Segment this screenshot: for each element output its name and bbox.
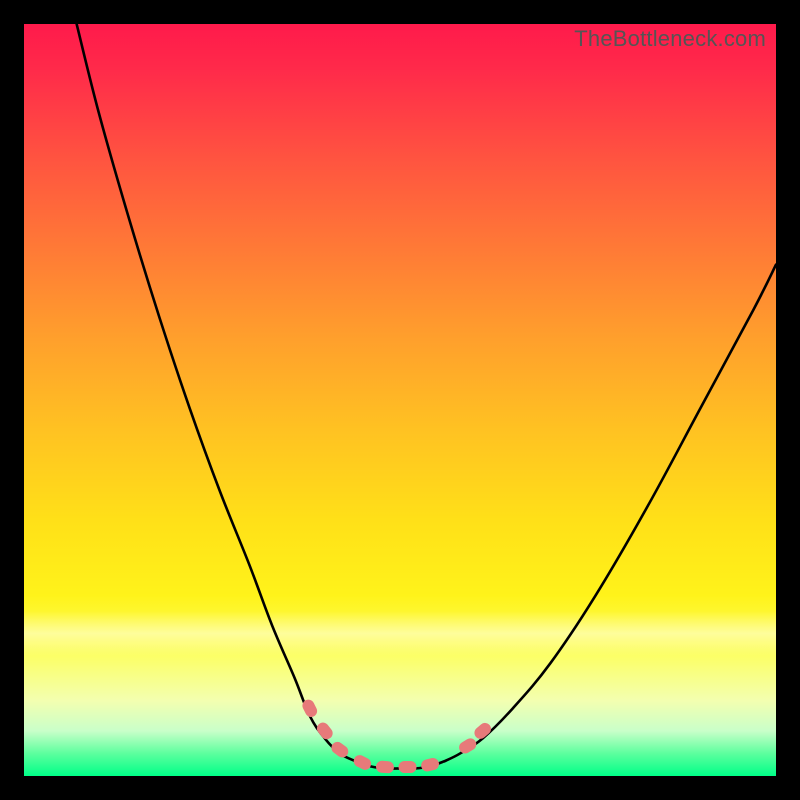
curve-marker	[314, 720, 335, 742]
curve-markers	[300, 698, 493, 774]
curve-marker	[420, 757, 440, 773]
curve-marker	[399, 761, 417, 773]
chart-frame: TheBottleneck.com	[0, 0, 800, 800]
curve-marker	[376, 760, 395, 773]
bottleneck-line	[77, 24, 776, 769]
curve-marker	[352, 753, 373, 772]
curve-marker	[472, 720, 493, 741]
curve-layer	[24, 24, 776, 776]
plot-area: TheBottleneck.com	[24, 24, 776, 776]
watermark-text: TheBottleneck.com	[574, 26, 766, 52]
bottleneck-curve	[77, 24, 776, 769]
